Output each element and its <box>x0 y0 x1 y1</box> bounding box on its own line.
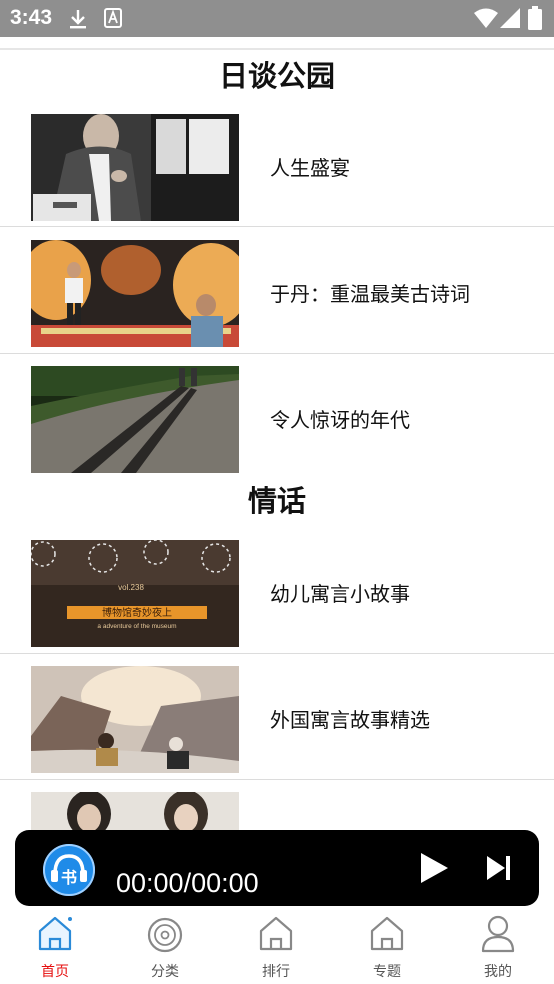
thumbnail-image <box>31 792 239 832</box>
wifi-icon <box>474 8 498 32</box>
thumb-sub-text: a adventure of the museum <box>97 623 176 630</box>
item-title: 人生盛宴 <box>270 156 350 180</box>
tab-category[interactable]: 分类 <box>110 908 220 984</box>
list-item[interactable] <box>0 792 554 832</box>
item-title: 于丹：重温最美古诗词 <box>270 282 470 306</box>
list-item[interactable]: 外国寓言故事精选 <box>0 666 554 780</box>
tab-topics[interactable]: 专题 <box>332 908 442 984</box>
thumbnail-image <box>31 666 239 773</box>
tab-ranking[interactable]: 排行 <box>221 908 331 984</box>
play-button[interactable] <box>417 850 451 890</box>
tab-label: 专题 <box>373 964 401 980</box>
thumbnail-image <box>31 366 239 473</box>
row-divider <box>0 653 554 654</box>
tab-label: 首页 <box>41 964 69 980</box>
battery-icon <box>528 6 542 34</box>
home-icon <box>258 913 294 957</box>
thumb-vol-text: vol.238 <box>118 583 144 592</box>
player-time: 00:00/00:00 <box>116 868 259 898</box>
item-title: 幼儿寓言小故事 <box>270 582 410 606</box>
play-icon <box>421 853 448 883</box>
skip-next-icon <box>487 856 510 880</box>
thumbnail-image: vol.238 博物馆奇妙夜上 a adventure of the museu… <box>31 540 239 647</box>
next-button[interactable] <box>485 853 513 887</box>
thumb-banner-text: 博物馆奇妙夜上 <box>102 606 172 619</box>
tab-label: 排行 <box>262 964 290 980</box>
tab-label: 我的 <box>484 964 512 980</box>
logo-text: 书 <box>61 868 77 887</box>
status-time: 3:43 <box>10 6 53 29</box>
disc-icon <box>147 913 183 957</box>
home-icon <box>37 913 73 957</box>
item-title: 令人惊讶的年代 <box>270 408 410 432</box>
mini-player[interactable]: 书 00:00/00:00 <box>15 830 539 906</box>
list-item[interactable]: 人生盛宴 <box>0 114 554 227</box>
row-divider <box>0 353 554 354</box>
item-title: 外国寓言故事精选 <box>270 708 430 732</box>
app-logo-icon: 书 <box>43 844 95 896</box>
row-divider <box>0 779 554 780</box>
thumbnail-image <box>31 240 239 347</box>
signal-icon <box>500 8 520 32</box>
home-icon <box>369 913 405 957</box>
tab-label: 分类 <box>151 964 179 980</box>
tab-mine[interactable]: 我的 <box>443 908 553 984</box>
row-divider <box>0 226 554 227</box>
user-icon <box>480 913 516 957</box>
list-item[interactable]: 令人惊讶的年代 <box>0 366 554 474</box>
list-item[interactable]: vol.238 博物馆奇妙夜上 a adventure of the museu… <box>0 540 554 654</box>
header-divider <box>0 48 554 50</box>
tab-home[interactable]: 首页 <box>0 908 110 984</box>
bottom-tab-bar: 首页 分类 排行 专题 我的 <box>0 908 554 984</box>
status-bar: 3:43 <box>0 0 554 37</box>
thumbnail-image <box>31 114 239 221</box>
a-notification-icon <box>104 8 122 32</box>
section-title: 日谈公园 <box>218 59 335 93</box>
list-item[interactable]: 于丹：重温最美古诗词 <box>0 240 554 354</box>
section-title: 情话 <box>247 484 306 518</box>
download-icon <box>68 8 88 34</box>
